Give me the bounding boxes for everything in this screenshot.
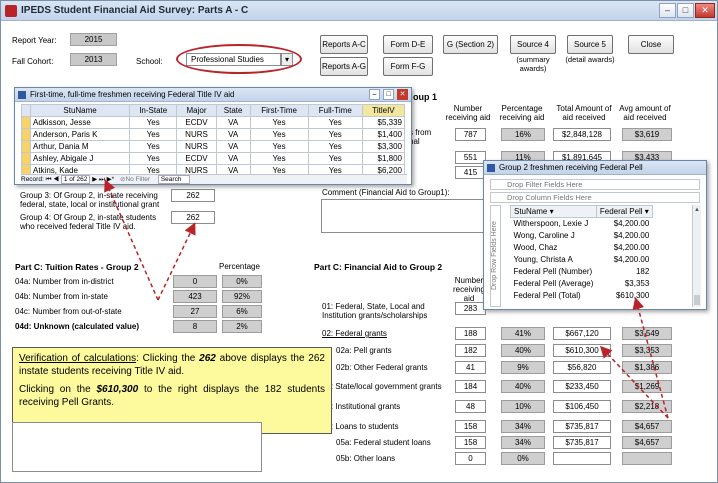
arrow-to-262 bbox=[157, 222, 196, 301]
arrow-to-freshmen-popup bbox=[104, 179, 159, 301]
annotation-arrows bbox=[104, 179, 669, 419]
